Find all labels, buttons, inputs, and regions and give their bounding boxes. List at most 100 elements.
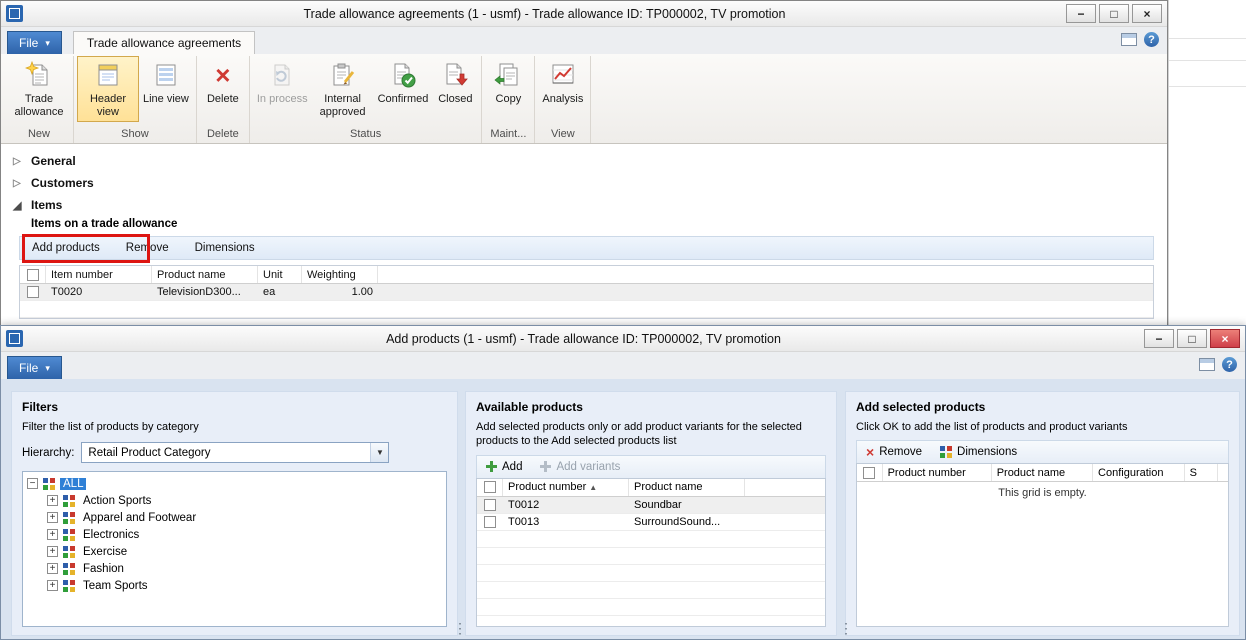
panel-splitter[interactable]: ⋮ xyxy=(839,620,853,637)
delete-button[interactable]: × Delete xyxy=(200,56,246,122)
remove-button[interactable]: Remove xyxy=(126,242,169,254)
add-variants-button[interactable]: Add variants xyxy=(540,461,620,473)
line-view-icon xyxy=(151,60,181,90)
tab-trade-allowance-agreements[interactable]: Trade allowance agreements xyxy=(73,31,255,54)
tree-item-fashion[interactable]: + Fashion xyxy=(47,560,442,577)
in-process-icon xyxy=(267,60,297,90)
dialog-titlebar: Add products (1 - usmf) - Trade allowanc… xyxy=(1,326,1245,352)
column-header-unit[interactable]: Unit xyxy=(258,266,302,283)
app-icon[interactable] xyxy=(6,330,23,347)
help-icon[interactable]: ? xyxy=(1144,32,1159,47)
column-header-product-name[interactable]: Product name xyxy=(992,464,1093,481)
expand-icon[interactable]: + xyxy=(47,512,58,523)
tree-item-team-sports[interactable]: + Team Sports xyxy=(47,577,442,594)
ribbon-group-delete: × Delete Delete xyxy=(197,56,250,143)
table-row[interactable]: T0012 Soundbar xyxy=(477,497,825,514)
new-document-icon xyxy=(24,60,54,90)
file-label: File xyxy=(19,361,38,375)
internal-approved-button[interactable]: Internal approved xyxy=(312,56,374,122)
file-menu-button[interactable]: File ▾ xyxy=(7,31,62,54)
expand-icon[interactable]: + xyxy=(47,495,58,506)
maximize-button[interactable]: □ xyxy=(1177,329,1207,348)
analysis-button[interactable]: Analysis xyxy=(538,56,587,122)
hierarchy-select[interactable]: Retail Product Category ▼ xyxy=(81,442,389,463)
trade-allowance-button[interactable]: Trade allowance xyxy=(8,56,70,122)
row-checkbox[interactable] xyxy=(484,516,496,528)
file-menu-button[interactable]: File ▾ xyxy=(7,356,62,379)
header-view-button[interactable]: Header view xyxy=(77,56,139,122)
dimensions-button[interactable]: Dimensions xyxy=(940,446,1017,458)
ribbon-group-label: View xyxy=(538,127,587,143)
select-all-checkbox[interactable] xyxy=(27,269,39,281)
line-view-button[interactable]: Line view xyxy=(139,56,193,122)
column-header-size[interactable]: S xyxy=(1185,464,1218,481)
expand-icon[interactable]: + xyxy=(47,580,58,591)
section-customers[interactable]: ▷ Customers xyxy=(1,172,1167,194)
panel-title: Available products xyxy=(476,400,826,414)
delete-x-icon: × xyxy=(208,60,238,90)
button-label: Copy xyxy=(496,93,522,106)
tree-item-all[interactable]: − ALL xyxy=(27,475,442,492)
copy-button[interactable]: Copy xyxy=(485,56,531,122)
category-icon xyxy=(43,478,55,490)
column-header-weighting[interactable]: Weighting xyxy=(302,266,378,283)
closed-button[interactable]: Closed xyxy=(432,56,478,122)
help-icon[interactable]: ? xyxy=(1222,357,1237,372)
tree-item-label: Apparel and Footwear xyxy=(80,512,199,524)
expand-icon[interactable]: + xyxy=(47,529,58,540)
section-label: Items xyxy=(31,198,62,212)
column-header-configuration[interactable]: Configuration xyxy=(1093,464,1185,481)
layout-icon[interactable] xyxy=(1121,33,1137,46)
add-button[interactable]: Add xyxy=(486,461,522,473)
tree-item-exercise[interactable]: + Exercise xyxy=(47,543,442,560)
column-header-product-name[interactable]: Product name xyxy=(152,266,258,283)
button-label: Header view xyxy=(81,93,135,118)
layout-icon[interactable] xyxy=(1199,358,1215,371)
section-items[interactable]: ◢ Items xyxy=(1,194,1167,216)
ribbon-group-maintain: Copy Maint... xyxy=(482,56,535,143)
ribbon-group-label: Status xyxy=(253,127,479,143)
app-icon[interactable] xyxy=(6,5,23,22)
expand-icon[interactable]: + xyxy=(47,563,58,574)
select-all-checkbox[interactable] xyxy=(484,481,496,493)
ribbon-group-label: Delete xyxy=(200,127,246,143)
close-button[interactable]: × xyxy=(1210,329,1240,348)
panel-splitter[interactable]: ⋮ xyxy=(453,620,467,637)
expand-icon[interactable]: + xyxy=(47,546,58,557)
collapse-icon[interactable]: − xyxy=(27,478,38,489)
hierarchy-label: Hierarchy: xyxy=(22,447,74,459)
minimize-button[interactable]: − xyxy=(1066,4,1096,23)
column-header-item-number[interactable]: Item number xyxy=(46,266,152,283)
table-row[interactable]: T0013 SurroundSound... xyxy=(477,514,825,531)
minimize-button[interactable]: − xyxy=(1144,329,1174,348)
select-all-checkbox[interactable] xyxy=(863,467,875,479)
column-header-product-name[interactable]: Product name xyxy=(629,479,745,496)
column-header-product-number[interactable]: Product number xyxy=(883,464,992,481)
tree-item-action-sports[interactable]: + Action Sports xyxy=(47,492,442,509)
chevron-down-icon: ▾ xyxy=(45,363,50,374)
row-checkbox[interactable] xyxy=(484,499,496,511)
row-checkbox[interactable] xyxy=(27,286,39,298)
tree-item-apparel-and-footwear[interactable]: + Apparel and Footwear xyxy=(47,509,442,526)
add-variants-label: Add variants xyxy=(556,461,620,473)
available-products-grid: Product number ▲ Product name T0012 Soun… xyxy=(476,478,826,627)
dropdown-arrow-icon[interactable]: ▼ xyxy=(370,443,388,462)
screen: Trade allowance agreements (1 - usmf) - … xyxy=(0,0,1246,640)
in-process-button[interactable]: In process xyxy=(253,56,312,122)
remove-button[interactable]: × Remove xyxy=(866,446,922,458)
grid-header: Product number Product name Configuratio… xyxy=(857,464,1228,482)
ribbon-group-show: Header view Line view Show xyxy=(74,56,197,143)
close-button[interactable]: × xyxy=(1132,4,1162,23)
table-row[interactable]: T0020 TelevisionD300... ea 1.00 xyxy=(20,284,1153,301)
tree-item-label: Team Sports xyxy=(80,580,151,592)
dimensions-button[interactable]: Dimensions xyxy=(195,242,255,254)
add-products-button[interactable]: Add products xyxy=(32,242,100,254)
confirmed-button[interactable]: Confirmed xyxy=(374,56,433,122)
tree-item-electronics[interactable]: + Electronics xyxy=(47,526,442,543)
available-products-toolbar: Add Add variants xyxy=(476,455,826,478)
internal-approved-icon xyxy=(328,60,358,90)
column-header-product-number[interactable]: Product number ▲ xyxy=(503,479,629,496)
dimensions-icon xyxy=(940,446,952,458)
maximize-button[interactable]: □ xyxy=(1099,4,1129,23)
section-general[interactable]: ▷ General xyxy=(1,150,1167,172)
